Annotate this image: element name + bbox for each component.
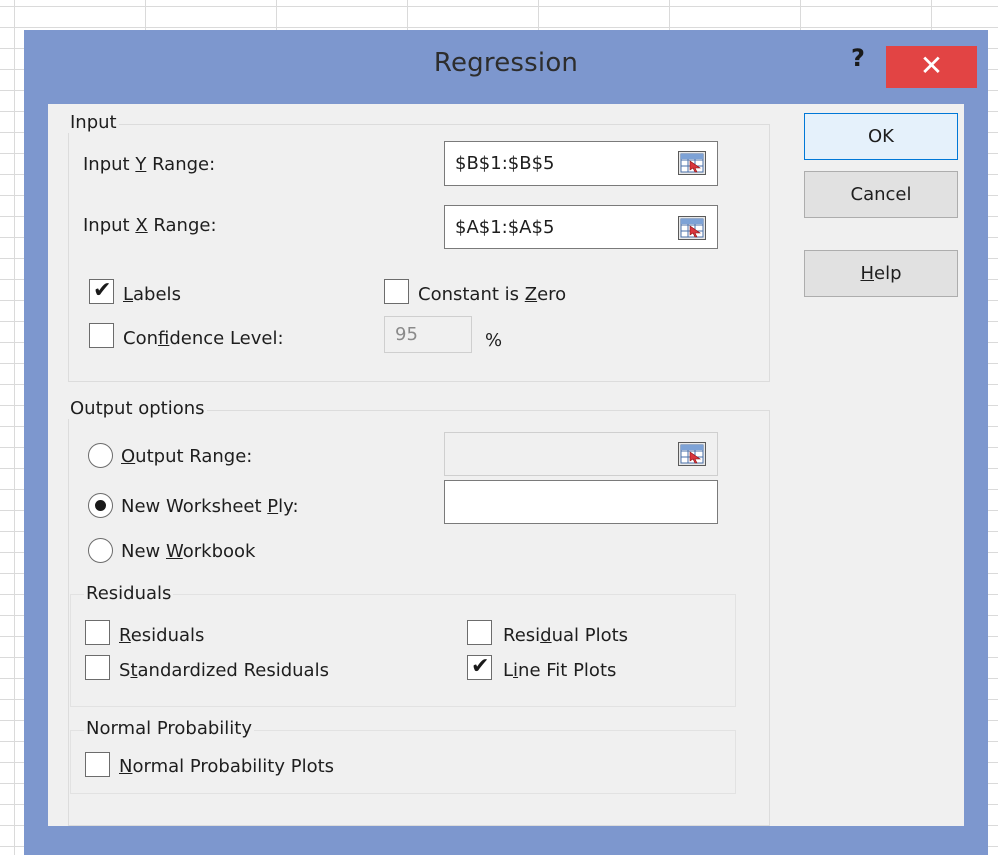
title-bar[interactable]: Regression ? ✕: [24, 30, 988, 104]
normal-probability-plots-label: Normal Probability Plots: [119, 756, 335, 777]
regression-dialog: Regression ? ✕ Input Input Y Range: $B$1…: [24, 30, 988, 855]
residual-plots-checkbox[interactable]: [467, 620, 492, 645]
constant-zero-checkbox[interactable]: [384, 279, 409, 304]
confidence-level-checkbox[interactable]: [89, 323, 114, 348]
input-y-range-label: Input Y Range:: [83, 154, 216, 175]
new-worksheet-ply-field[interactable]: [444, 480, 718, 524]
radio-selected-dot: [95, 500, 106, 511]
output-range-label: Output Range:: [121, 446, 253, 467]
line-fit-plots-checkbox[interactable]: ✔: [467, 655, 492, 680]
new-workbook-label: New Workbook: [121, 541, 256, 562]
normal-probability-group-label: Normal Probability: [84, 718, 254, 739]
check-icon: ✔: [471, 654, 490, 679]
normal-probability-plots-checkbox[interactable]: [85, 752, 110, 777]
residuals-checkbox[interactable]: [85, 620, 110, 645]
new-workbook-radio[interactable]: [88, 538, 113, 563]
close-button[interactable]: ✕: [886, 46, 977, 88]
residuals-group-label: Residuals: [84, 583, 174, 604]
residual-plots-label: Residual Plots: [503, 625, 629, 646]
standardized-residuals-label: Standardized Residuals: [119, 660, 329, 681]
input-x-range-field[interactable]: $A$1:$A$5: [444, 205, 718, 249]
residuals-label: Residuals: [119, 625, 205, 646]
output-options-label: Output options: [68, 398, 207, 419]
constant-zero-label: Constant is Zero: [418, 284, 567, 305]
dialog-body: Input Input Y Range: $B$1:$B$5 Input X R…: [48, 104, 964, 826]
dialog-title: Regression: [433, 48, 579, 78]
help-icon[interactable]: ?: [846, 44, 870, 74]
cancel-button[interactable]: Cancel: [804, 171, 958, 218]
confidence-level-field[interactable]: 95: [384, 316, 472, 353]
range-select-icon[interactable]: [678, 216, 706, 240]
input-x-range-label: Input X Range:: [83, 215, 217, 236]
input-y-range-field[interactable]: $B$1:$B$5: [444, 141, 718, 186]
ok-button[interactable]: OK: [804, 113, 958, 160]
standardized-residuals-checkbox[interactable]: [85, 655, 110, 680]
confidence-level-label: Confidence Level:: [123, 328, 284, 349]
output-range-field[interactable]: [444, 432, 718, 476]
output-range-radio[interactable]: [88, 443, 113, 468]
labels-label: Labels: [123, 284, 181, 305]
range-select-icon[interactable]: [678, 442, 706, 466]
input-group-label: Input: [68, 112, 119, 133]
help-button[interactable]: Help: [804, 250, 958, 297]
line-fit-plots-label: Line Fit Plots: [503, 660, 617, 681]
new-worksheet-ply-radio[interactable]: [88, 493, 113, 518]
check-icon: ✔: [93, 278, 112, 303]
range-select-icon[interactable]: [678, 151, 706, 175]
residuals-group: [70, 594, 736, 707]
labels-checkbox[interactable]: ✔: [89, 279, 114, 304]
close-icon: ✕: [919, 49, 944, 82]
percent-label: %: [485, 330, 503, 351]
new-worksheet-ply-label: New Worksheet Ply:: [121, 496, 299, 517]
